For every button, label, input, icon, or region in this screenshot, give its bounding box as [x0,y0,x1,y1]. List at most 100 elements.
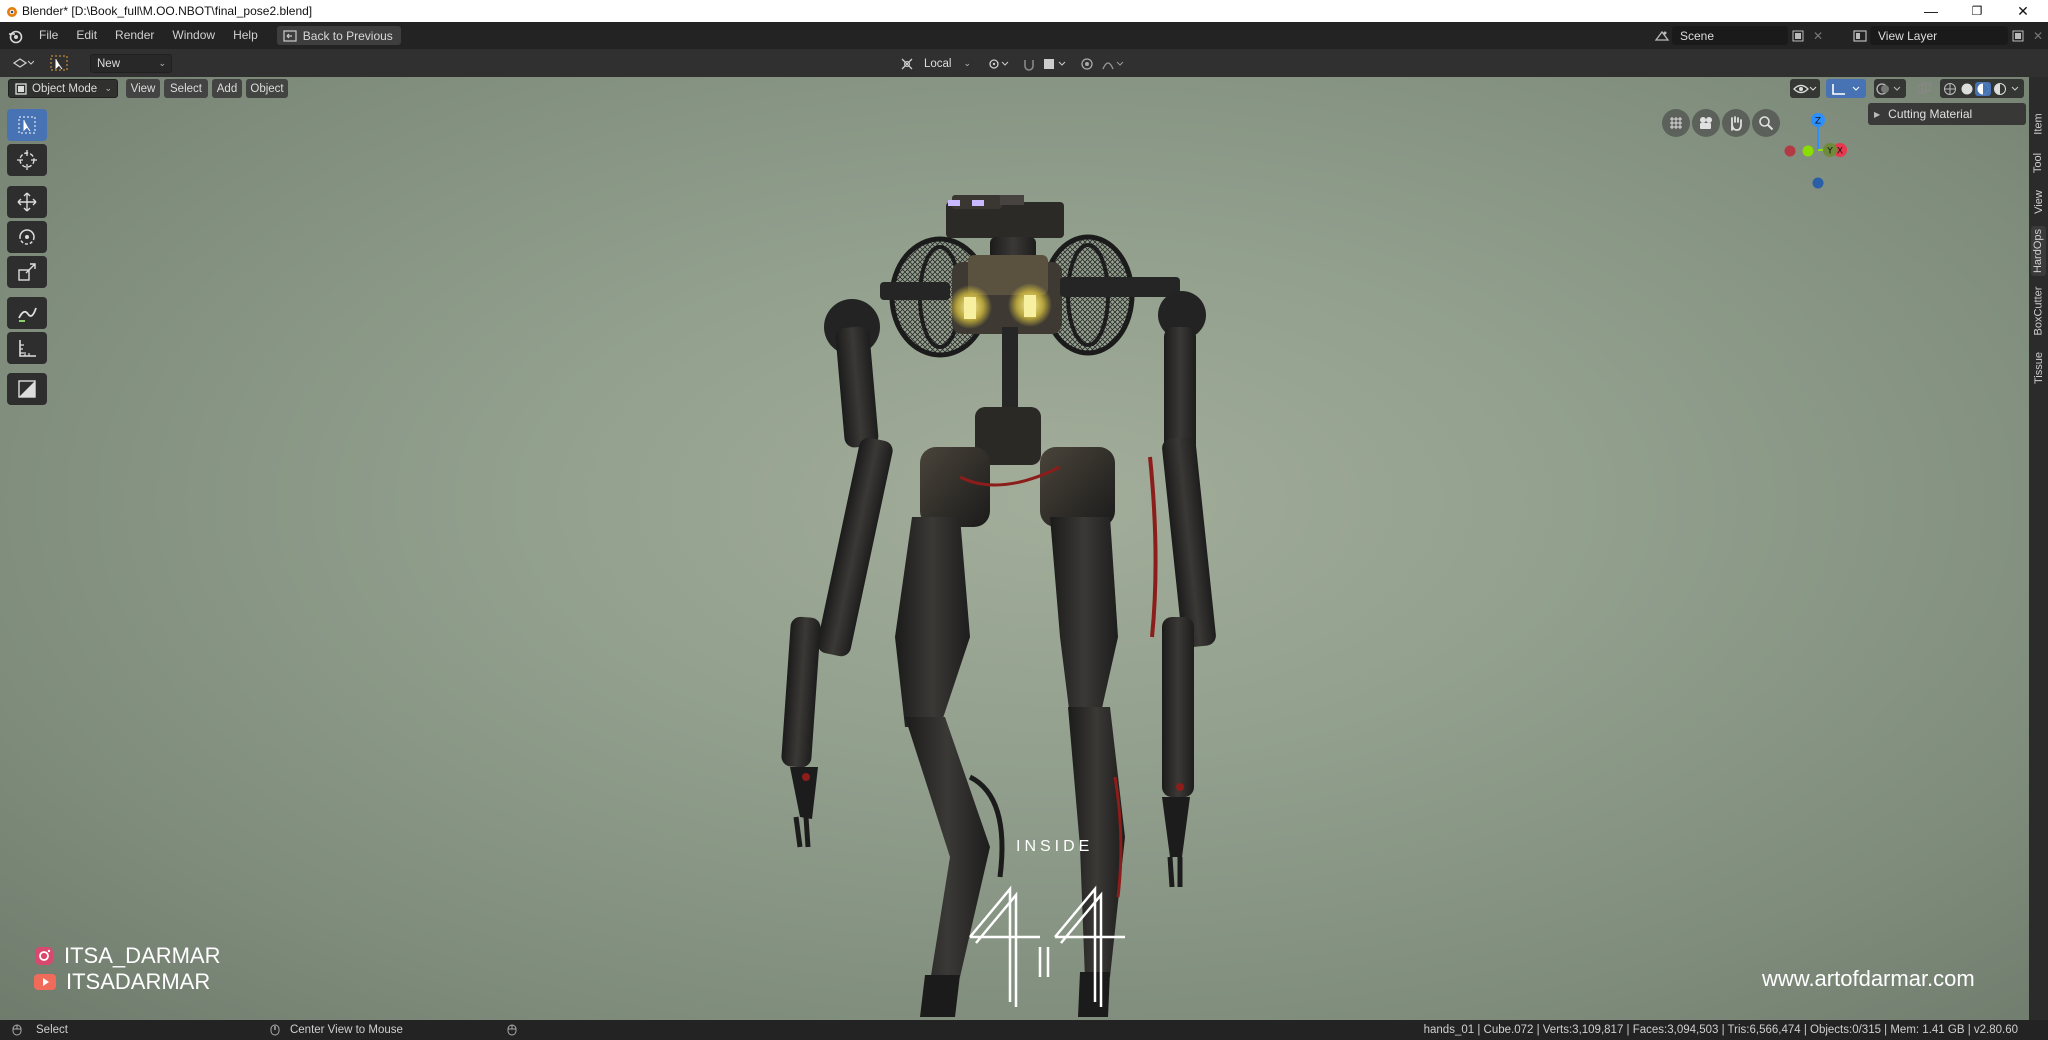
status-select-hint: Select [36,1024,68,1036]
scene-selector[interactable]: Scene ✕ [1652,26,1828,45]
tab-hardops-label: HardOps [2032,228,2045,274]
menu-view[interactable]: View [126,79,160,98]
select-box-tool[interactable] [7,109,47,141]
youtube-handle: ITSADARMAR [34,969,210,995]
object-mode-label: Object Mode [32,82,98,95]
chevron-down-icon: ⌄ [158,58,166,68]
cursor-tool[interactable] [7,144,47,176]
menu-help[interactable]: Help [224,22,267,49]
view-layer-icon[interactable] [1850,26,1870,45]
cursor-arrow-icon [18,116,36,134]
menu-select[interactable]: Select [164,79,208,98]
annotate-tool[interactable] [7,297,47,329]
object-mode-dropdown[interactable]: Object Mode ⌄ [8,79,118,98]
menu-add[interactable]: Add [212,79,242,98]
scale-icon [18,263,36,281]
menu-render[interactable]: Render [106,22,163,49]
magnifier-icon [1759,116,1774,131]
gizmo-x-label: X [1837,147,1843,157]
close-button[interactable]: ✕ [2000,0,2046,22]
delete-scene-icon[interactable]: ✕ [1808,26,1828,45]
tab-hardops[interactable]: HardOps [2031,226,2046,276]
grid-icon [1670,117,1682,129]
youtube-icon [34,974,56,990]
scene-statistics: hands_01 | Cube.072 | Verts:3,109,817 | … [1423,1024,2018,1036]
pivot-point-icon[interactable] [985,54,1013,73]
view-layer-selector[interactable]: View Layer ✕ [1850,26,2048,45]
menu-window[interactable]: Window [163,22,224,49]
editor-type-icon[interactable] [8,53,38,72]
gizmo-neg-x-axis[interactable] [1784,145,1796,157]
window-titlebar: Blender* [D:\Book_full\M.OO.NBOT\final_p… [0,0,2048,22]
xray-toggle-icon[interactable] [1914,79,1934,98]
wireframe-shading-icon [1944,82,1956,95]
tab-tissue[interactable]: Tissue [2031,346,2046,390]
new-scene-icon[interactable] [1788,26,1808,45]
scene-name-field[interactable]: Scene [1672,26,1788,45]
delete-view-layer-icon[interactable]: ✕ [2028,26,2048,45]
tab-view[interactable]: View [2031,184,2046,220]
rotate-tool[interactable] [7,221,47,253]
menu-edit[interactable]: Edit [67,22,106,49]
toggle-ortho-grid-button[interactable] [1662,109,1690,137]
gizmo-neg-z-axis[interactable] [1812,177,1824,189]
gizmo-y-label: Y [1826,147,1833,157]
3d-viewport[interactable]: INSIDE ITSA_DARMAR ITSADARMAR www.artofd… [0,77,2029,1020]
status-bar: Select Center View to Mouse hands_01 | C… [0,1020,2048,1040]
new-view-layer-icon[interactable] [2008,26,2028,45]
transform-orientation-label: Local [924,57,952,70]
gizmo-toggle-icon[interactable] [1826,79,1866,98]
navigation-gizmo[interactable]: Z X Y [1780,110,1850,194]
transform-orientation-icon[interactable] [898,54,916,73]
blender-logo-icon [0,0,22,22]
transform-orientation-dropdown[interactable]: Local ⌄ [918,54,976,73]
blender-menu-icon[interactable] [0,22,30,49]
move-arrows-icon [17,192,37,212]
overlays-toggle-icon[interactable] [1874,79,1906,98]
chevron-down-icon: ⌄ [963,58,971,68]
youtube-handle-text: ITSADARMAR [66,969,211,994]
pan-view-button[interactable] [1722,109,1750,137]
shading-mode-group [1940,79,2024,98]
back-to-previous-button[interactable]: Back to Previous [276,26,401,45]
3d-cursor-icon [17,150,37,170]
rotate-icon [19,229,35,245]
instagram-handle: ITSA_DARMAR [34,943,220,969]
measure-tool[interactable] [7,332,47,364]
solid-shading-icon [1961,83,1973,94]
status-center-view-hint: Center View to Mouse [289,1024,403,1036]
tab-boxcutter[interactable]: BoxCutter [2031,282,2046,340]
falloff-icon[interactable] [1100,54,1128,73]
tab-item[interactable]: Item [2031,106,2046,142]
visibility-selectability-icon[interactable] [1790,79,1820,98]
tab-view-label: View [2032,190,2045,214]
snap-element-icon[interactable] [1040,54,1070,73]
window-title: Blender* [D:\Book_full\M.OO.NBOT\final_p… [22,4,313,18]
new-dropdown[interactable]: New ⌄ [90,54,172,73]
hardops-tool[interactable] [7,373,47,405]
select-tool-icon[interactable] [48,53,70,72]
scene-icon[interactable] [1652,26,1672,45]
tab-item-label: Item [2032,113,2045,135]
snap-toggle-icon[interactable] [1020,54,1038,73]
cutting-material-label: Cutting Material [1888,107,1973,121]
proportional-edit-icon[interactable] [1078,54,1096,73]
instagram-handle-text: ITSA_DARMAR [64,943,221,968]
menu-object[interactable]: Object [246,79,288,98]
restore-button[interactable]: ❐ [1954,0,2000,22]
gizmo-z-label: Z [1815,117,1821,127]
robot-model-render [781,195,1216,1017]
minimize-button[interactable]: — [1908,0,1954,22]
cutting-material-panel[interactable]: ▶ Cutting Material [1868,103,2026,125]
chevron-down-icon: ⌄ [104,83,112,93]
camera-view-button[interactable] [1692,109,1720,137]
scale-tool[interactable] [7,256,47,288]
gizmo-neg-y-axis[interactable] [1802,145,1814,157]
instagram-icon [35,947,53,965]
menu-file[interactable]: File [30,22,67,49]
tab-tissue-label: Tissue [2032,352,2045,384]
zoom-view-button[interactable] [1752,109,1780,137]
tab-tool[interactable]: Tool [2031,146,2046,180]
move-tool[interactable] [7,186,47,218]
view-layer-name-field[interactable]: View Layer [1870,26,2008,45]
